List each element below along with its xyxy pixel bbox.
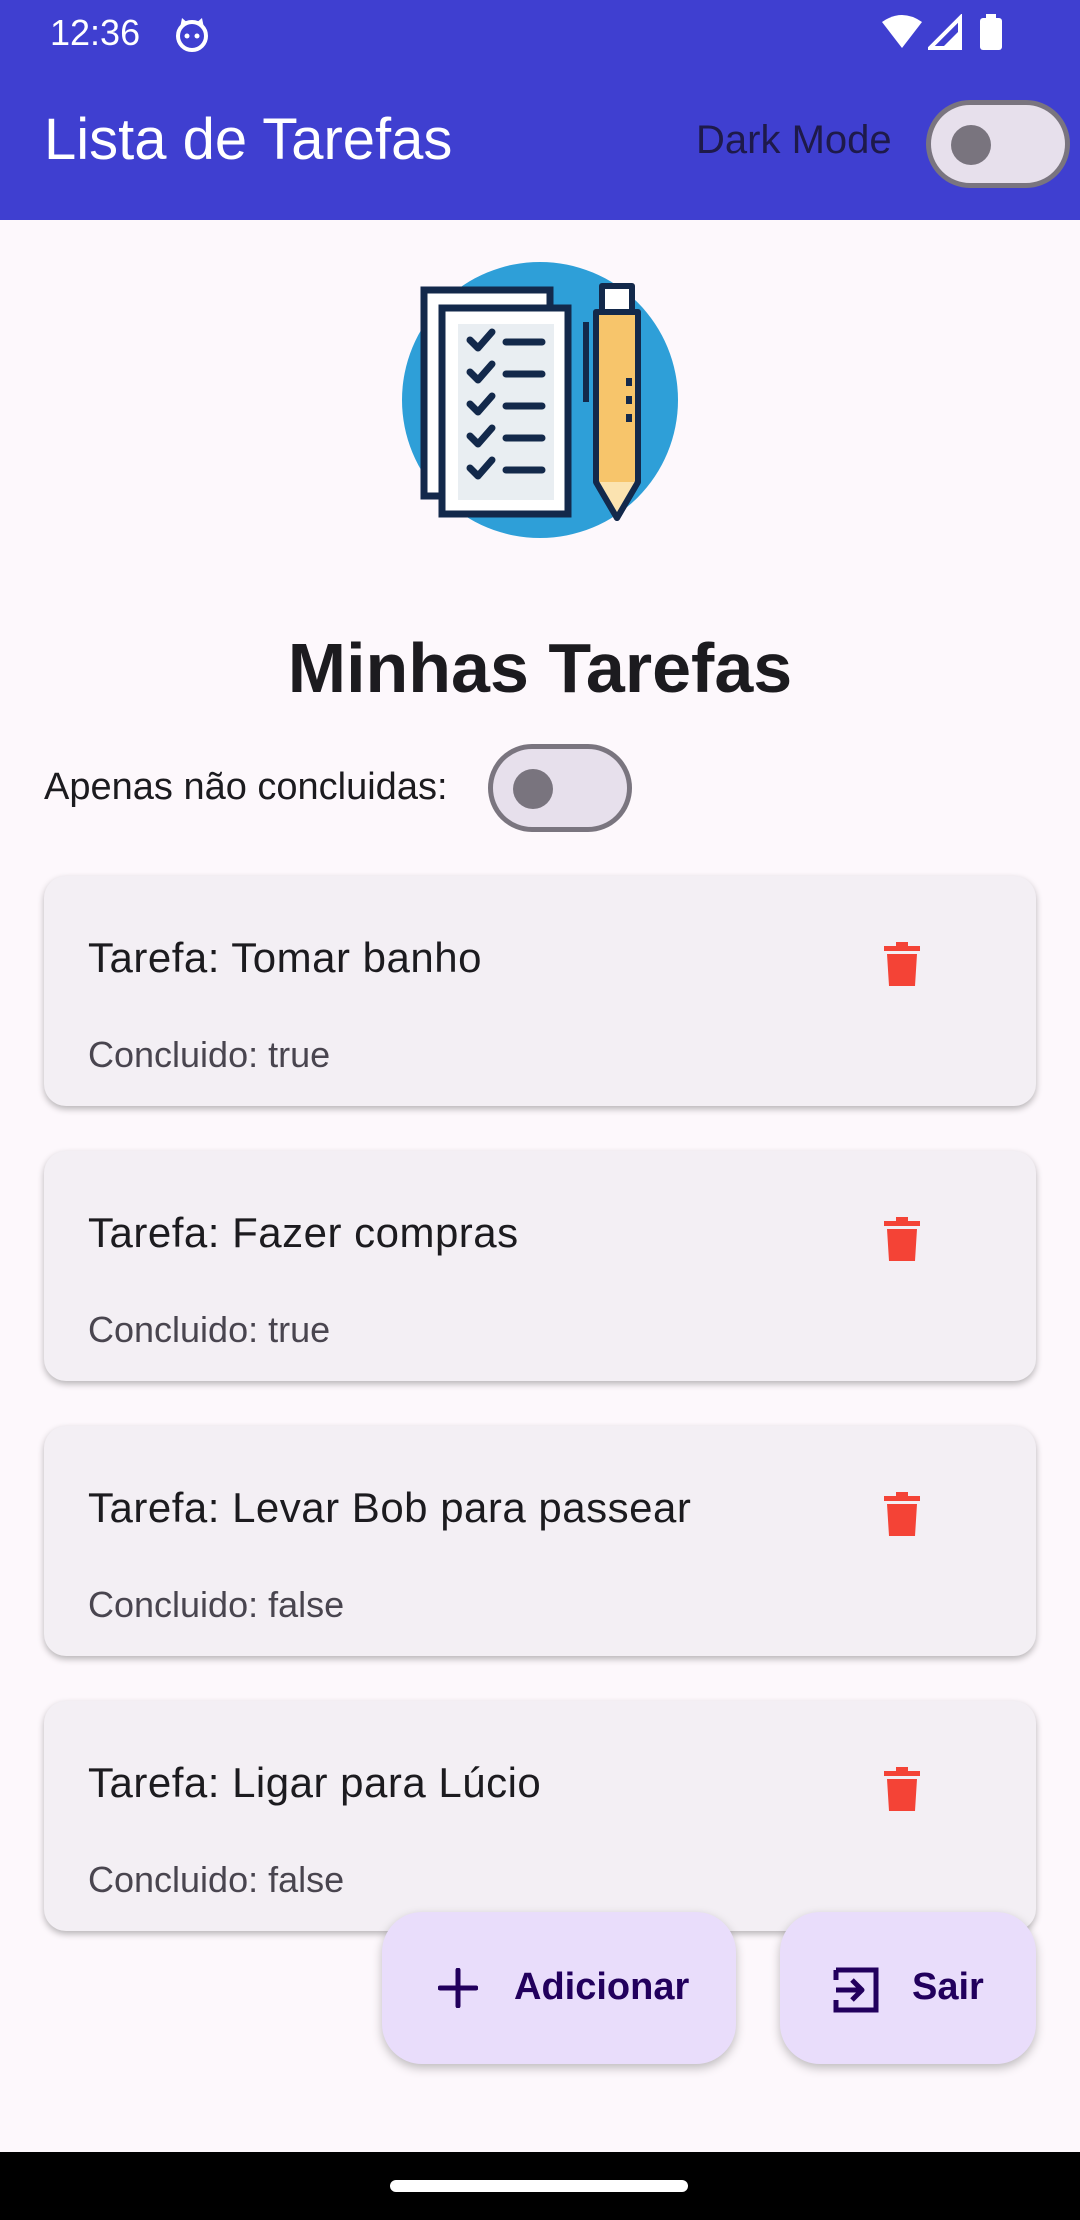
exit-button-label: Sair [912,1966,984,2008]
filter-label: Apenas não concluidas: [44,766,448,808]
task-title: Tarefa: Ligar para Lúcio [88,1759,542,1806]
trash-icon[interactable] [884,1217,920,1261]
task-status: Concluido: false [88,1584,345,1625]
task-status: Concluido: false [88,1859,345,1900]
trash-icon[interactable] [884,1767,920,1811]
checklist-logo [402,262,678,538]
task-title: Tarefa: Fazer compras [88,1209,519,1256]
navigation-bar [0,2152,1080,2220]
page-title: Minhas Tarefas [287,629,793,707]
switch-knob [951,125,991,165]
battery-icon [980,14,1002,50]
status-bar: 12:36 [0,0,1080,66]
trash-icon[interactable] [884,942,920,986]
exit-icon [833,1967,879,2013]
dark-mode-label: Dark Mode [696,118,892,162]
app-bar: Lista de Tarefas Dark Mode [0,66,1080,220]
task-title: Tarefa: Levar Bob para passear [88,1484,692,1531]
signal-icon [928,14,962,50]
task-card[interactable]: Tarefa: Ligar para Lúcio Concluido: fals… [44,1701,1036,1931]
filter-incomplete-switch[interactable] [488,744,632,832]
wifi-icon [882,15,922,48]
task-card[interactable]: Tarefa: Tomar banho Concluido: true [44,876,1036,1106]
task-status: Concluido: true [88,1034,331,1075]
add-task-button[interactable]: Adicionar [382,1912,736,2064]
plus-icon [438,1968,478,2008]
task-title: Tarefa: Tomar banho [88,934,482,981]
task-card[interactable]: Tarefa: Levar Bob para passear Concluido… [44,1426,1036,1656]
task-card[interactable]: Tarefa: Fazer compras Concluido: true [44,1151,1036,1381]
exit-button[interactable]: Sair [780,1912,1036,2064]
home-gesture-handle[interactable] [390,2180,688,2192]
status-time: 12:36 [50,12,141,53]
dark-mode-switch[interactable] [926,100,1070,188]
app-title: Lista de Tarefas [44,107,453,172]
task-status: Concluido: true [88,1309,331,1350]
switch-knob [513,769,553,809]
trash-icon[interactable] [884,1492,920,1536]
add-button-label: Adicionar [514,1966,690,2008]
cat-icon [176,18,208,52]
